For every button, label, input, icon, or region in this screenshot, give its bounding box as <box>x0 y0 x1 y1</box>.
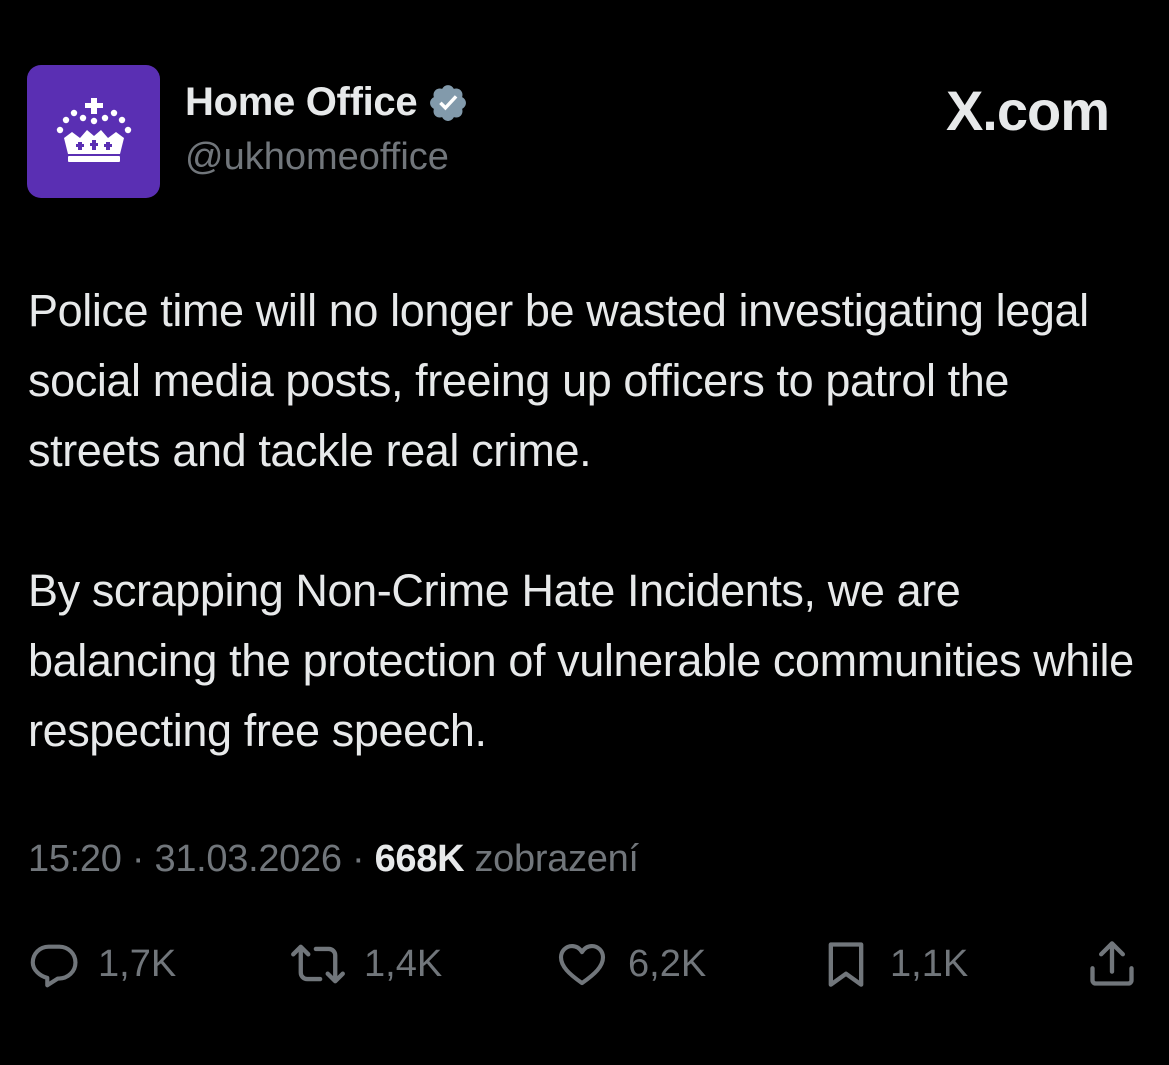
meta-separator: · <box>351 838 365 880</box>
tweet-text: Police time will no longer be wasted inv… <box>28 276 1153 766</box>
bookmark-count: 1,1K <box>890 942 969 985</box>
action-bar: 1,7K 1,4K 6,2K 1,1K <box>28 934 1143 994</box>
share-button[interactable] <box>1086 934 1138 994</box>
bookmark-button[interactable]: 1,1K <box>820 934 968 994</box>
views-label: zobrazení <box>474 838 639 880</box>
heart-icon <box>558 943 606 986</box>
views-count: 668K <box>374 838 465 880</box>
verified-badge-icon <box>427 82 469 124</box>
repost-button[interactable]: 1,4K <box>290 934 442 994</box>
tweet-paragraph-2: By scrapping Non-Crime Hate Incidents, w… <box>28 565 1134 756</box>
repost-icon <box>291 944 345 984</box>
avatar[interactable] <box>27 65 160 198</box>
author-name-row[interactable]: Home Office <box>185 80 469 125</box>
crown-icon <box>56 97 131 162</box>
reply-count: 1,7K <box>98 942 177 985</box>
bookmark-icon <box>828 942 864 987</box>
author-display-name[interactable]: Home Office <box>185 80 418 125</box>
tweet-paragraph-1: Police time will no longer be wasted inv… <box>28 285 1089 476</box>
tweet-meta: 15:20 · 31.03.2026 · 668K zobrazení <box>28 838 639 881</box>
like-count: 6,2K <box>628 942 707 985</box>
brand-label: X.com <box>945 79 1110 142</box>
tweet-time[interactable]: 15:20 <box>28 838 122 880</box>
meta-separator: · <box>131 838 145 880</box>
reply-button[interactable]: 1,7K <box>28 934 176 994</box>
like-button[interactable]: 6,2K <box>554 934 706 994</box>
reply-icon <box>30 944 78 988</box>
share-icon <box>1090 941 1134 986</box>
author-handle[interactable]: @ukhomeoffice <box>185 136 449 179</box>
tweet-date[interactable]: 31.03.2026 <box>154 838 341 880</box>
repost-count: 1,4K <box>364 942 443 985</box>
